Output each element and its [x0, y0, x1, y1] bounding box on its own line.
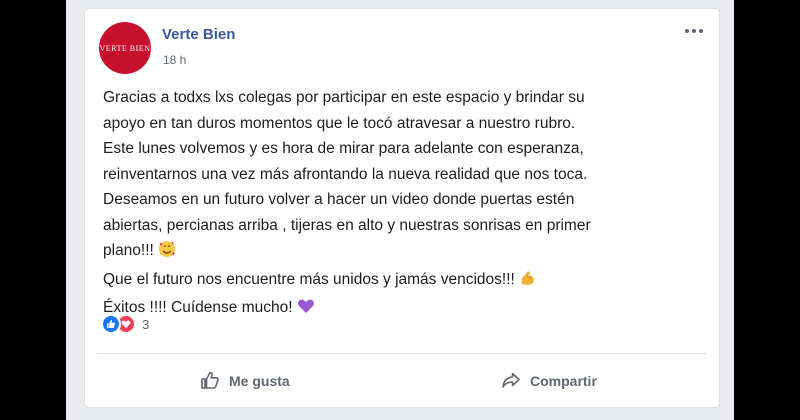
thumbs-up-icon: [199, 369, 221, 394]
avatar[interactable]: VERTE BIEN: [99, 22, 151, 74]
post-line: Gracias a todxs lxs colegas por particip…: [103, 89, 585, 106]
post-line: abiertas, percianas arriba , tijeras en …: [103, 216, 591, 234]
post-line: reinventarnos una vez más afrontando la …: [103, 165, 588, 183]
share-arrow-icon: [500, 369, 522, 394]
post-text: Gracias a todxs lxs colegas por particip…: [103, 85, 703, 324]
post-timestamp[interactable]: 18 h: [163, 53, 186, 67]
smiling-face-with-hearts-icon: [158, 240, 176, 267]
post-line-row: plano!!!: [103, 238, 703, 267]
post-line: Que el futuro nos encuentre más unidos y…: [103, 270, 515, 288]
like-button-label: Me gusta: [229, 373, 290, 389]
purple-heart-icon: [297, 297, 315, 324]
like-icon: [101, 314, 121, 334]
more-options-icon[interactable]: [681, 23, 707, 39]
share-button-label: Compartir: [530, 373, 597, 389]
post-line-row: Éxitos !!!! Cuídense mucho!: [103, 295, 703, 324]
post-line: plano!!!: [103, 242, 154, 259]
like-button[interactable]: Me gusta: [199, 365, 290, 397]
post-line: apoyo en tan duros momentos que le tocó …: [103, 114, 576, 132]
facebook-post: VERTE BIEN Verte Bien 18 h Gracias a tod…: [84, 8, 720, 408]
flexed-biceps-icon: [519, 269, 537, 296]
action-divider: [97, 353, 707, 354]
post-line-row: Que el futuro nos encuentre más unidos y…: [103, 267, 703, 296]
share-button[interactable]: Compartir: [500, 365, 597, 397]
reaction-count: 3: [142, 316, 150, 332]
author-name[interactable]: Verte Bien: [162, 26, 235, 43]
reactions-summary[interactable]: 3: [101, 314, 149, 334]
avatar-logo-text: VERTE BIEN: [99, 43, 151, 53]
post-line: Este lunes volvemos y es hora de mirar p…: [103, 140, 584, 157]
post-line: Deseamos en un futuro volver a hacer un …: [103, 191, 575, 208]
